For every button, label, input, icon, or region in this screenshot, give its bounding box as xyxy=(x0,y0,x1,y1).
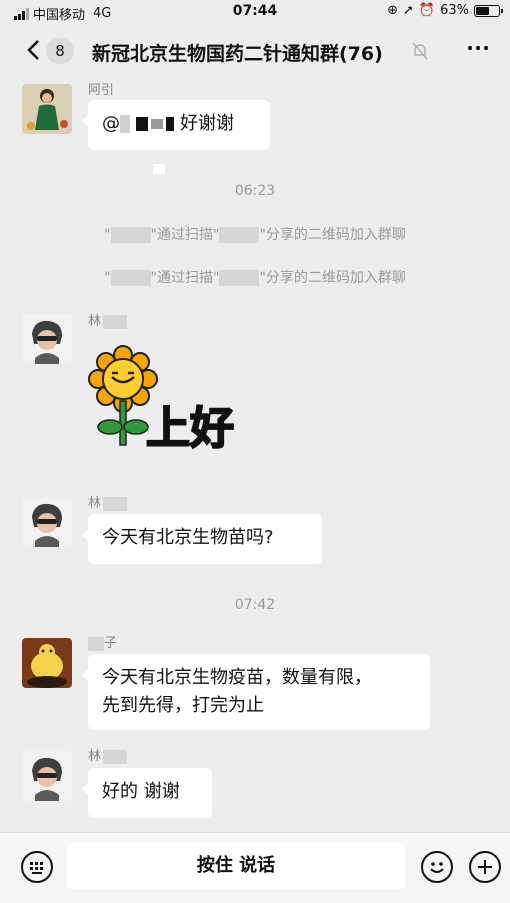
message-text-line: 先到先得，打完为止 xyxy=(102,695,264,716)
message-bubble[interactable]: @ 好谢谢 xyxy=(82,100,270,150)
message-bubble[interactable]: 今天有北京生物苗吗? xyxy=(82,514,322,564)
message-bubble[interactable]: 好的 谢谢 xyxy=(82,768,212,818)
sender-nickname: 林 xyxy=(88,745,128,764)
sticker-caption: 上好 xyxy=(146,403,234,454)
system-text-part: "通过扫描" xyxy=(150,270,220,286)
timestamp: 06:23 xyxy=(234,183,276,199)
system-message: " "通过扫描" "分享的二维码加入群聊 xyxy=(0,267,510,287)
avatar[interactable] xyxy=(22,751,72,801)
message-text: 好的 谢谢 xyxy=(102,781,180,802)
sender-nickname: 林 xyxy=(88,310,128,329)
message-text: 好谢谢 xyxy=(180,113,234,134)
alarm-icon: ⏰ xyxy=(418,3,436,18)
message-text-line: 今天有北京生物疫苗，数量有限， xyxy=(102,667,372,688)
battery-percent: 63% xyxy=(440,3,469,18)
message-bubble[interactable]: 今天有北京生物疫苗，数量有限， 先到先得，打完为止 xyxy=(82,654,430,730)
system-message: " "通过扫描" "分享的二维码加入群聊 xyxy=(0,224,510,244)
chat-header: 8 新冠北京生物国药二针通知群(76) xyxy=(0,26,510,76)
status-right: ⊕ ➚ ⏰ 63% xyxy=(387,3,503,18)
system-text-part: "分享的二维码加入群聊 xyxy=(259,227,406,243)
location-icon: ➚ xyxy=(403,3,414,18)
more-actions-button[interactable] xyxy=(469,851,501,883)
mute-bell-icon xyxy=(412,42,428,60)
system-text-part: "分享的二维码加入群聊 xyxy=(259,270,406,286)
back-arrow-icon[interactable] xyxy=(22,38,46,62)
sender-nickname: 林 xyxy=(88,492,128,511)
avatar[interactable] xyxy=(22,314,72,364)
unread-count-badge[interactable]: 8 xyxy=(46,38,74,64)
input-bar: 按住 说话 xyxy=(0,832,510,903)
keyboard-toggle-button[interactable] xyxy=(21,851,53,883)
sender-nickname: 阿引 xyxy=(88,83,115,98)
avatar[interactable] xyxy=(22,84,72,134)
avatar[interactable] xyxy=(22,638,72,688)
timestamp: 07:42 xyxy=(234,597,276,613)
sunflower-sticker[interactable]: 上好 xyxy=(88,345,238,455)
more-menu-button[interactable] xyxy=(468,46,488,50)
sender-nickname: 子 xyxy=(88,632,117,651)
mention-at: @ xyxy=(102,113,120,134)
status-bar: 中国移动 4G 07:44 ⊕ ➚ ⏰ 63% xyxy=(0,0,510,24)
smiley-icon xyxy=(430,862,444,873)
hold-to-talk-button[interactable]: 按住 说话 xyxy=(67,843,405,889)
system-text-part: "通过扫描" xyxy=(150,227,220,243)
rotation-lock-icon: ⊕ xyxy=(387,3,398,18)
keyboard-icon xyxy=(30,862,43,874)
group-title: 新冠北京生物国药二针通知群(76) xyxy=(92,43,383,65)
emoji-button[interactable] xyxy=(421,851,453,883)
redacted-mark xyxy=(153,164,165,174)
plus-icon xyxy=(478,860,492,874)
avatar[interactable] xyxy=(22,497,72,547)
battery-icon xyxy=(474,4,503,17)
message-text: 今天有北京生物苗吗? xyxy=(102,527,274,548)
